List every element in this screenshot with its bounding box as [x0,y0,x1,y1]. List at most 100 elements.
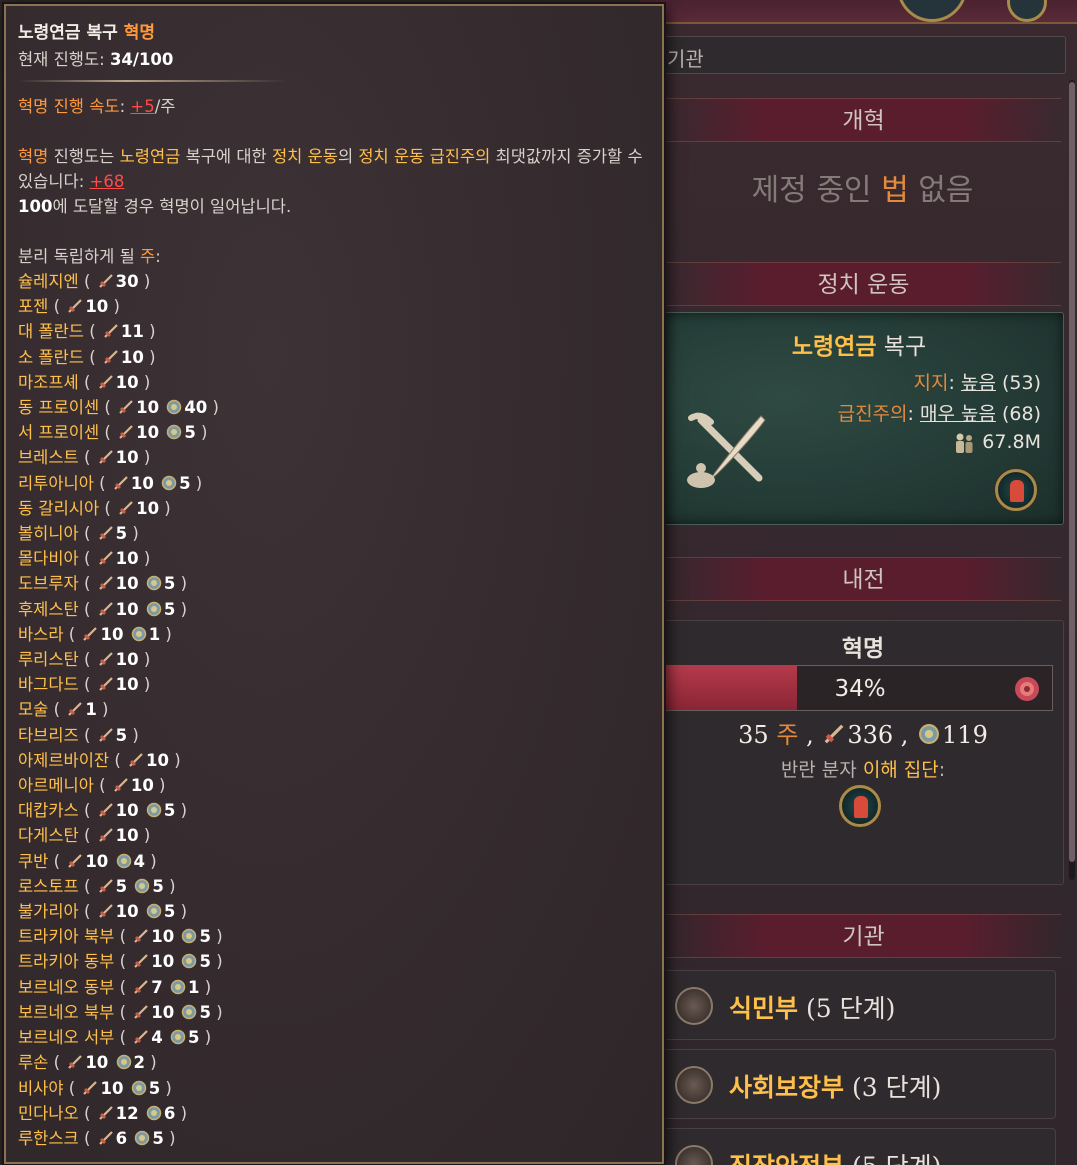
p1-revolution[interactable]: 혁명 [18,147,48,166]
state-list-item: 민다나오 ( 12 6 ) [18,1103,188,1123]
institution-text: 직장안전부 (5 단계) [729,1147,941,1165]
states-word[interactable]: 주 [776,721,798,749]
radicals-value: 10 [130,473,154,493]
musket-radical-icon [98,601,113,616]
seceding-states-list: 슐레지엔 ( 30 ) 포젠 ( 10 ) 대 폴란드 ( 11 ) 소 폴란드 ( … [18,269,650,1151]
state-name[interactable]: 아제르바이잔 [18,751,109,770]
armies-value: 5 [152,1128,164,1148]
radicals-value: 10 [115,826,139,846]
coin-army-icon [182,954,197,969]
state-name[interactable]: 보르네오 북부 [18,1003,114,1022]
radicals-value: 10 [85,297,109,317]
state-name[interactable]: 아르메니아 [18,776,94,795]
state-name[interactable]: 루한스크 [18,1129,79,1148]
p1-political-movement[interactable]: 정치 운동 [272,147,338,166]
institution-row-workplace-safety[interactable]: 직장안전부 (5 단계) [660,1128,1056,1165]
p1-max-value[interactable]: +68 [90,172,125,191]
state-name[interactable]: 슐레지엔 [18,272,79,291]
radicals-value: 10 [136,498,160,518]
musket-radical-icon [83,1080,98,1095]
state-name[interactable]: 포젠 [18,297,48,316]
revolution-box[interactable]: 혁명 34% 35 주 , 336 , 119 반란 분자 이해 집단: [660,620,1064,885]
state-name[interactable]: 리투아니아 [18,474,94,493]
state-name[interactable]: 소 폴란드 [18,348,84,367]
movement-title-highlight[interactable]: 노령연금 [792,334,877,360]
institution-row-colonial[interactable]: 식민부 (5 단계) [660,970,1056,1040]
rebel-highlight[interactable]: 이해 집단 [863,759,939,781]
radicalism-line[interactable]: 급진주의: 매우 높음 (68) [838,399,1041,426]
musket-radical-icon [98,803,113,818]
state-name[interactable]: 다게스탄 [18,826,79,845]
population-line[interactable]: 67.8M [952,431,1041,454]
coin-army-icon [135,878,150,894]
speed-value[interactable]: +5 [130,97,154,116]
state-name[interactable]: 대 폴란드 [18,322,84,341]
p1-text-1: 진행도는 [48,147,120,166]
p1-text-2: 복구에 대한 [180,147,272,166]
state-name[interactable]: 로스토프 [18,877,79,896]
tab-label: 기관 [667,47,704,71]
state-name[interactable]: 비사야 [18,1079,64,1098]
state-name[interactable]: 보르네오 동부 [18,978,114,997]
musket-radical-icon [119,501,133,515]
institution-name: 사회보장부 [729,1073,845,1102]
scrollbar-thumb[interactable] [1069,82,1075,862]
state-name[interactable]: 동 프로이센 [18,398,99,417]
state-name[interactable]: 후제스탄 [18,600,79,619]
state-name[interactable]: 타브리즈 [18,726,79,745]
state-list-item: 아르메니아 ( 10 ) [18,776,166,796]
armies-value: 4 [133,851,146,871]
speed-colon: : [119,97,131,116]
tab-institutions[interactable]: 기관 [656,36,1066,74]
progress-label: 현재 진행도: [18,50,110,69]
state-name[interactable]: 동 갈리시아 [18,499,99,518]
state-name[interactable]: 모술 [18,700,48,719]
support-line[interactable]: 지지: 높음 (53) [914,368,1041,395]
musket-radical-icon [83,627,98,641]
radicals-value: 10 [130,776,154,796]
no-law-highlight[interactable]: 법 [881,173,909,208]
state-name[interactable]: 브레스트 [18,448,79,467]
speed-label[interactable]: 혁명 진행 속도 [18,97,120,116]
state-name[interactable]: 볼히니아 [18,524,79,543]
musket-radical-icon [68,1055,83,1070]
p1-movement-name[interactable]: 노령연금 [120,147,181,166]
civil-war-header-label: 내전 [842,567,885,593]
radicals-value: 10 [136,423,160,443]
armies-value: 5 [163,599,176,619]
coin-army-icon [146,903,162,919]
revolution-progress-label: 34% [834,676,886,702]
revolution-flower-icon [1015,677,1039,701]
state-name[interactable]: 대캅카스 [18,801,79,820]
list-highlight[interactable]: 주 [140,247,155,266]
revolution-progress-bar[interactable]: 34% [665,665,1053,711]
state-name[interactable]: 바스라 [18,625,64,644]
state-name[interactable]: 루손 [18,1053,48,1072]
state-name[interactable]: 트라키아 동부 [18,952,114,971]
state-name[interactable]: 몰다비아 [18,549,79,568]
institution-row-social-security[interactable]: 사회보장부 (3 단계) [660,1049,1056,1119]
state-name[interactable]: 보르네오 서부 [18,1028,114,1047]
state-name[interactable]: 쿠반 [18,852,48,871]
state-name[interactable]: 마조프셰 [18,373,79,392]
coin-army-icon [170,979,186,994]
radical-interest-group-icon[interactable] [995,469,1037,511]
state-name[interactable]: 트라키아 북부 [18,927,114,946]
state-name[interactable]: 서 프로이센 [18,423,99,442]
list-prefix: 분리 독립하게 될 [18,247,140,266]
movement-header: 정치 운동 [666,262,1061,306]
coin-army-icon [116,853,131,868]
movement-card[interactable]: 노령연금 복구 지지: 높음 (53) 급진주의: 매우 높음 (68) 67.… [660,312,1064,525]
tooltip-title-revolution[interactable]: 혁명 [124,23,155,43]
radicals-value: 4 [151,1028,163,1048]
state-name[interactable]: 루리스탄 [18,650,79,669]
state-name[interactable]: 불가리아 [18,902,79,921]
state-name[interactable]: 민다나오 [18,1104,79,1123]
state-name[interactable]: 바그다드 [18,675,79,694]
institution-level: (5 단계) [852,1152,941,1165]
p1-radicalism[interactable]: 정치 운동 급진주의 [358,147,490,166]
radicals-value: 10 [115,599,139,619]
radical-interest-group-icon[interactable] [839,785,881,827]
top-orb-icon[interactable] [1007,0,1047,22]
state-name[interactable]: 도브루자 [18,574,79,593]
